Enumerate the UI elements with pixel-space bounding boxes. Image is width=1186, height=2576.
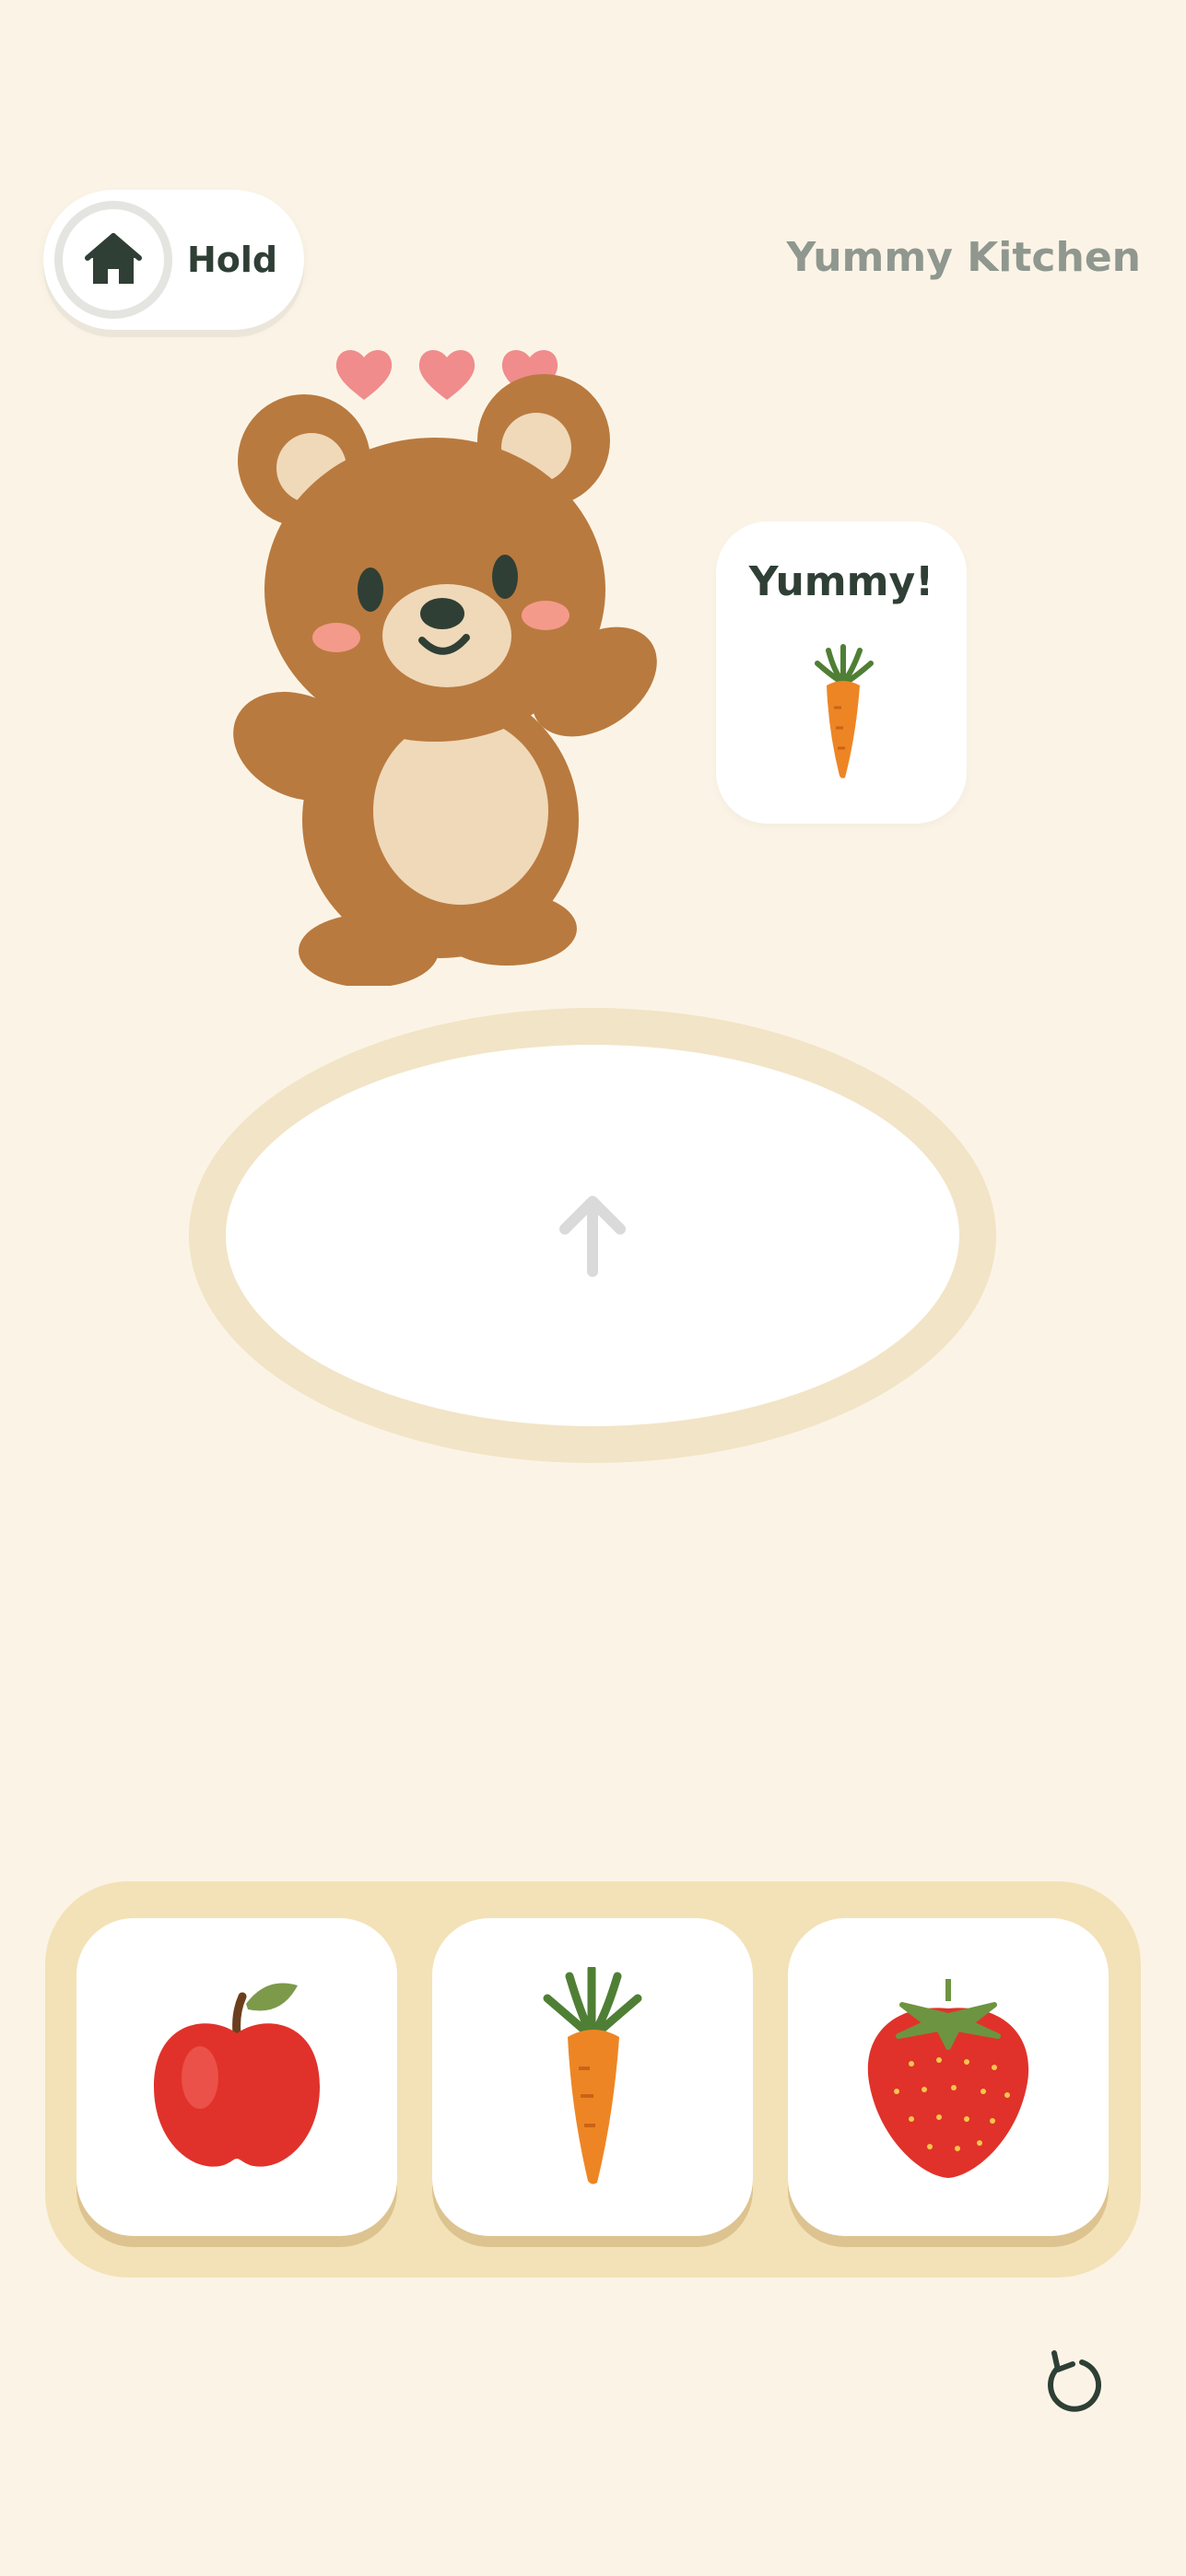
app-title: Yummy Kitchen bbox=[786, 234, 1141, 281]
carrot-icon bbox=[815, 644, 874, 779]
game-screen: Hold Yummy Kitchen Yummy! bbox=[0, 0, 1186, 2576]
apple-icon bbox=[154, 1983, 320, 2167]
home-icon bbox=[85, 233, 142, 284]
carrot-icon bbox=[543, 1966, 642, 2184]
home-button-ring bbox=[54, 201, 172, 319]
bear-character[interactable] bbox=[230, 341, 673, 986]
strawberry-icon bbox=[867, 1978, 1029, 2178]
food-item-carrot[interactable] bbox=[432, 1918, 753, 2236]
hold-label: Hold bbox=[187, 240, 278, 280]
food-item-strawberry[interactable] bbox=[788, 1918, 1109, 2236]
speech-bubble-text: Yummy! bbox=[748, 558, 934, 605]
plate-center bbox=[226, 1045, 959, 1426]
food-item-apple[interactable] bbox=[76, 1918, 397, 2236]
home-hold-button[interactable]: Hold bbox=[43, 190, 304, 330]
food-tray bbox=[45, 1881, 1141, 2277]
arrow-up-icon bbox=[559, 1196, 626, 1277]
reset-icon[interactable] bbox=[1041, 2349, 1106, 2423]
plate-drop-zone[interactable] bbox=[189, 1008, 996, 1463]
speech-bubble: Yummy! bbox=[716, 521, 967, 824]
